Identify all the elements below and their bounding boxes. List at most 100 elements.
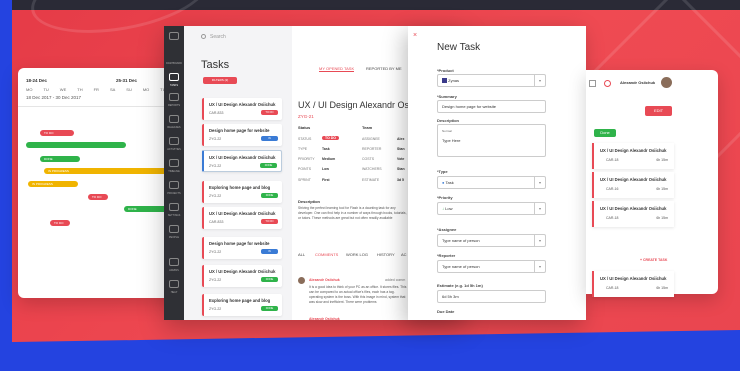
reports-icon[interactable] xyxy=(169,93,179,101)
rail-label: ACTIVITIES xyxy=(167,148,181,151)
priority-label: *Priority xyxy=(437,195,453,200)
releases-icon[interactable] xyxy=(169,115,179,123)
votes-value[interactable]: Vote xyxy=(397,157,404,161)
people-icon[interactable] xyxy=(169,225,179,233)
description-label: Description xyxy=(437,118,460,123)
tab-all[interactable]: ALL xyxy=(298,252,305,257)
rail-label: SETTINGS xyxy=(167,214,181,217)
gantt-bar[interactable]: TO DO xyxy=(88,194,108,200)
summary-input[interactable]: Design home page for website xyxy=(437,100,546,113)
type-value[interactable]: Task xyxy=(322,147,330,151)
board-card-title: UX / UI Design Alexandr Osiichuk xyxy=(600,177,667,182)
gantt-bar[interactable]: TO DO xyxy=(40,130,74,136)
field-label: PRIORITY xyxy=(298,157,315,161)
reporter-value: Type name of person xyxy=(442,264,480,269)
task-card-code: ZYG-22 xyxy=(209,307,222,311)
field-label: ASSIGNEE xyxy=(362,137,380,141)
product-select[interactable]: Zynas ▾ xyxy=(437,74,546,87)
tab-comments[interactable]: COMMENTS xyxy=(315,252,338,257)
admin-icon[interactable] xyxy=(169,258,179,266)
editor-toolbar[interactable]: Normal xyxy=(442,127,545,136)
grid-icon[interactable] xyxy=(589,80,596,87)
chevron-down-icon[interactable]: ▾ xyxy=(534,177,545,188)
gantt-bar[interactable] xyxy=(26,142,126,148)
dashboard-icon[interactable] xyxy=(169,32,179,40)
task-card-title: UX / UI Design Alexandr Osiichuk xyxy=(209,211,276,216)
gantt-bar[interactable]: TO DO xyxy=(50,220,70,226)
search-icon[interactable] xyxy=(201,34,206,39)
status-badge: DONE xyxy=(261,277,278,282)
tab-my-opened-task[interactable]: MY OPENED TASK xyxy=(319,66,355,72)
tab-reported-by-me[interactable]: REPORTED BY ME xyxy=(366,66,402,71)
task-card-code: CAR-833 xyxy=(209,220,224,224)
board-card[interactable]: UX / UI Design Alexandr Osiichuk CAR-16 … xyxy=(592,172,674,198)
chevron-down-icon[interactable]: ▾ xyxy=(534,261,545,272)
avatar[interactable] xyxy=(661,77,672,88)
search-input[interactable]: Search xyxy=(210,34,226,40)
day-label: SU xyxy=(126,87,132,92)
task-card-code: CAR-833 xyxy=(209,111,224,115)
rail-label: RELEASES xyxy=(167,126,181,129)
sprint-value[interactable]: First xyxy=(322,178,330,182)
activities-icon[interactable] xyxy=(169,137,179,145)
assignee-value[interactable]: Alex xyxy=(397,137,404,141)
filters-button[interactable]: FILTERS (2) xyxy=(203,77,237,84)
task-card[interactable]: UX / UI Design Alexandr Osiichuk ZYG-22 … xyxy=(202,265,282,287)
edit-button[interactable]: EDIT xyxy=(645,106,672,116)
new-task-modal xyxy=(408,26,586,320)
tab-activity[interactable]: AC xyxy=(401,252,407,257)
watchers-value[interactable]: Stan xyxy=(397,167,405,171)
settings-icon[interactable] xyxy=(169,203,179,211)
rail-label: TASKS xyxy=(169,84,178,87)
task-card-title: UX / UI Design Alexandr Osiichuk xyxy=(209,269,276,274)
task-card-code: ZYG-22 xyxy=(209,164,222,168)
task-card[interactable]: Design home page for website ZYG-22 IN P… xyxy=(202,237,282,259)
reporter-value[interactable]: Stan xyxy=(397,147,405,151)
task-card[interactable]: Exploring home page and blog ZYG-22 DONE xyxy=(202,294,282,316)
close-icon[interactable]: × xyxy=(413,32,417,39)
priority-select[interactable]: ↓ Low ▾ xyxy=(437,202,546,215)
help-icon[interactable] xyxy=(169,280,179,288)
assignee-value: Type name of person xyxy=(442,238,480,243)
estimate-input[interactable]: 6d 5h 3m xyxy=(437,290,546,303)
board-card-title: UX / UI Design Alexandr Osiichuk xyxy=(600,206,667,211)
timeline-icon[interactable] xyxy=(169,159,179,167)
status-value[interactable]: TO DO xyxy=(322,136,340,140)
task-card[interactable]: UX / UI Design Alexandr Osiichuk CAR-833… xyxy=(202,207,282,229)
priority-value[interactable]: Medium xyxy=(322,157,335,161)
estimate-value[interactable]: 3d 5 xyxy=(397,178,404,182)
projects-icon[interactable] xyxy=(169,181,179,189)
task-card[interactable]: Exploring home page and blog ZYG-22 DONE xyxy=(202,181,282,203)
chevron-down-icon[interactable]: ▾ xyxy=(534,75,545,86)
points-value[interactable]: Low xyxy=(322,167,329,171)
team-heading: Team xyxy=(362,125,373,130)
gantt-bar[interactable]: IN PROGRESS xyxy=(44,168,174,174)
tasks-icon[interactable] xyxy=(169,73,179,81)
type-select[interactable]: ● Task ▾ xyxy=(437,176,546,189)
tab-history[interactable]: HISTORY xyxy=(377,252,395,257)
field-label: SPRINT xyxy=(298,178,311,182)
task-card[interactable]: UX / UI Design Alexandr Osiichuk CAR-833… xyxy=(202,98,282,120)
bell-icon[interactable] xyxy=(604,80,611,87)
reporter-input[interactable]: Type name of person ▾ xyxy=(437,260,546,273)
create-task-button[interactable]: + CREATE TASK xyxy=(640,258,667,262)
board-card[interactable]: UX / UI Design Alexandr Osiichuk CAR-18 … xyxy=(592,271,674,297)
task-card-selected[interactable]: UX / UI Design Alexandr Osiichuk ZYG-22 … xyxy=(202,150,282,172)
priority-value: Low xyxy=(445,206,453,211)
description-editor[interactable]: Normal Type Here xyxy=(437,124,546,157)
status-heading: Status xyxy=(298,125,311,130)
day-label: MO xyxy=(142,87,150,92)
board-card-code: CAR-18 xyxy=(606,158,619,162)
chevron-down-icon[interactable]: ▾ xyxy=(534,235,545,246)
board-card[interactable]: UX / UI Design Alexandr Osiichuk CAR-18 … xyxy=(592,201,674,227)
gantt-bar[interactable]: IN PROGRESS xyxy=(28,181,78,187)
chevron-down-icon[interactable]: ▾ xyxy=(534,203,545,214)
assignee-input[interactable]: Type name of person ▾ xyxy=(437,234,546,247)
user-name[interactable]: Alexandr Osiichuk xyxy=(620,80,655,85)
tab-work-log[interactable]: WORK LOG xyxy=(346,252,368,257)
board-card-code: CAR-18 xyxy=(606,216,619,220)
task-card[interactable]: Design home page for website ZYG-22 IN P… xyxy=(202,124,282,146)
board-card[interactable]: UX / UI Design Alexandr Osiichuk CAR-18 … xyxy=(592,143,674,169)
gantt-bar[interactable]: DONE xyxy=(40,156,80,162)
day-label: WE xyxy=(59,87,67,92)
